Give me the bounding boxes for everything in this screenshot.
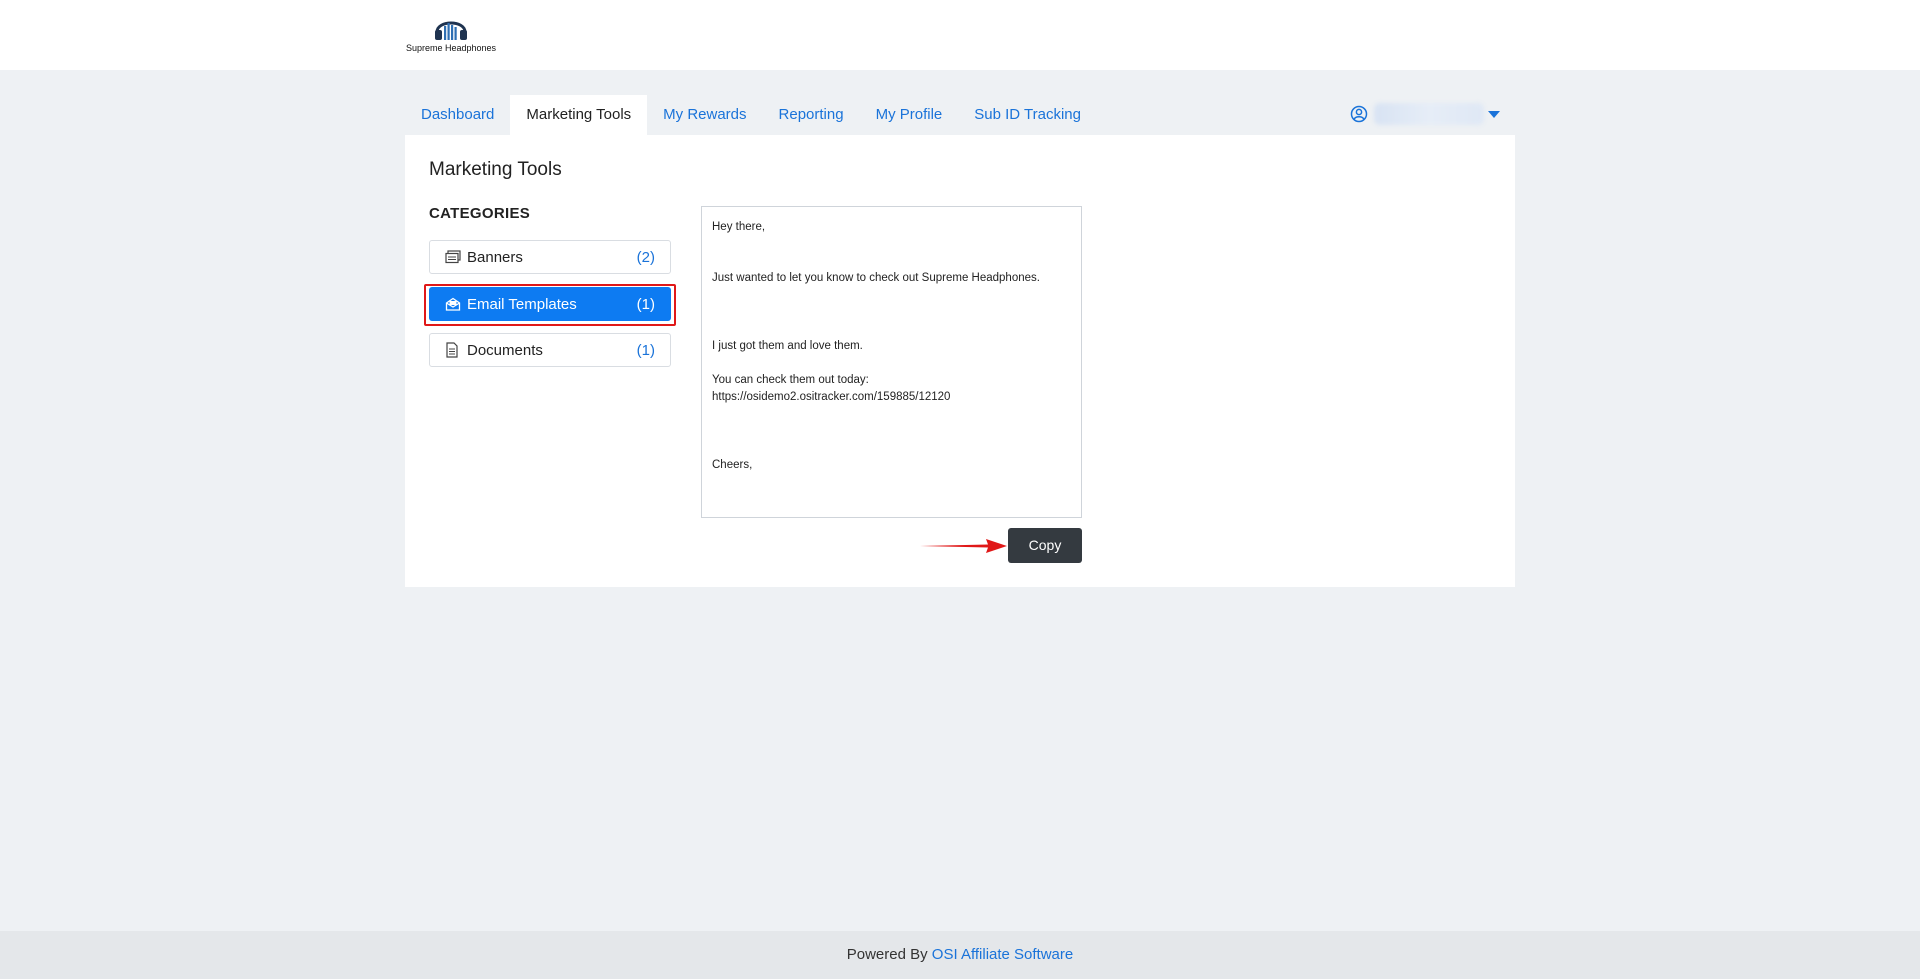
email-line: Just wanted to let you know to check out… <box>712 272 1040 284</box>
email-line: I just got them and love them. <box>712 340 863 352</box>
footer-link[interactable]: OSI Affiliate Software <box>932 946 1073 963</box>
top-header: Supreme Headphones <box>0 0 1920 70</box>
brand-name: Supreme Headphones <box>405 43 497 53</box>
tab-reporting[interactable]: Reporting <box>763 95 860 135</box>
footer: Powered By OSI Affiliate Software <box>0 931 1920 979</box>
copy-button[interactable]: Copy <box>1008 528 1082 563</box>
category-count: (1) <box>636 341 655 359</box>
category-label: Banners <box>467 248 523 266</box>
email-line: You can check them out today: <box>712 374 869 386</box>
user-name-redacted <box>1374 103 1484 125</box>
tab-dashboard[interactable]: Dashboard <box>405 95 510 135</box>
category-label: Email Templates <box>467 295 577 313</box>
email-line: Hey there, <box>712 221 766 233</box>
user-circle-icon <box>1350 105 1368 123</box>
footer-prefix: Powered By <box>846 946 928 963</box>
user-account-dropdown[interactable] <box>1350 101 1500 127</box>
marketing-tools-panel: Marketing Tools CATEGORIES Banners (2) E… <box>405 135 1515 587</box>
categories-heading: CATEGORIES <box>429 205 531 222</box>
main-nav-tabs: Dashboard Marketing Tools My Rewards Rep… <box>405 95 1097 135</box>
caret-down-icon <box>1488 110 1500 118</box>
document-icon <box>445 342 461 358</box>
tab-sub-id-tracking[interactable]: Sub ID Tracking <box>958 95 1097 135</box>
banner-icon <box>445 249 461 265</box>
category-label: Documents <box>467 341 543 359</box>
tab-marketing-tools[interactable]: Marketing Tools <box>510 95 648 135</box>
brand-logo[interactable]: Supreme Headphones <box>405 14 497 56</box>
email-line: https://osidemo2.ositracker.com/159885/1… <box>712 391 951 403</box>
tab-my-profile[interactable]: My Profile <box>860 95 959 135</box>
tab-my-rewards[interactable]: My Rewards <box>647 95 762 135</box>
page-title: Marketing Tools <box>429 159 562 180</box>
category-count: (2) <box>636 248 655 266</box>
headphones-logo-icon <box>435 21 467 40</box>
category-count: (1) <box>636 295 655 313</box>
email-template-content[interactable]: Hey there, Just wanted to let you know t… <box>701 206 1082 518</box>
envelope-open-icon <box>445 296 461 312</box>
category-email-templates[interactable]: Email Templates (1) <box>429 287 671 321</box>
category-documents[interactable]: Documents (1) <box>429 333 671 367</box>
annotation-arrow-icon <box>920 539 1007 553</box>
email-line: Cheers, <box>712 459 753 471</box>
category-banners[interactable]: Banners (2) <box>429 240 671 274</box>
